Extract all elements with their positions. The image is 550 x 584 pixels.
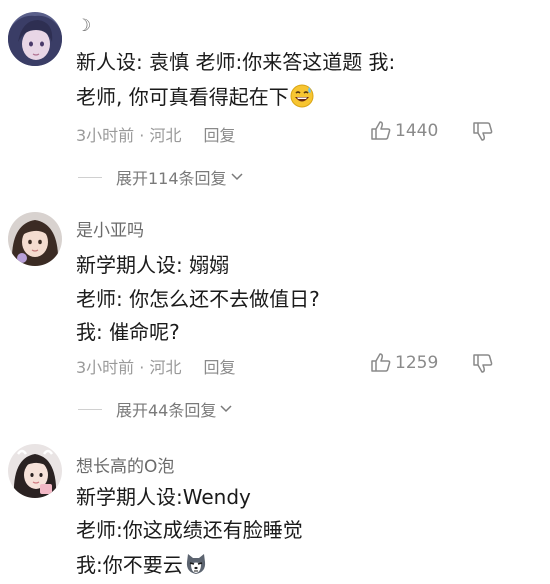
expand-replies-button[interactable]: 展开114条回复 xyxy=(116,165,227,189)
thumbs-down-icon xyxy=(473,122,493,141)
husky-emoji-icon xyxy=(184,552,208,576)
avatar[interactable] xyxy=(8,444,62,498)
expand-replies: 展开114条回复 xyxy=(78,165,244,189)
timestamp-location: 3小时前 · 河北 xyxy=(76,126,182,145)
chevron-down-icon[interactable] xyxy=(219,404,233,414)
grinning-sweat-emoji-icon xyxy=(290,84,314,108)
expand-replies-button[interactable]: 展开44条回复 xyxy=(116,397,216,421)
username[interactable]: 想长高的O泡 xyxy=(76,452,174,477)
avatar[interactable] xyxy=(8,12,62,66)
comment-text-line: 新学期人设:Wendy xyxy=(76,485,251,509)
reply-button[interactable]: 回复 xyxy=(203,358,235,377)
thumbs-up-icon xyxy=(371,353,391,372)
comment-text-line: 我: 催命呢? xyxy=(76,320,180,344)
like-button[interactable]: 1259 xyxy=(370,352,438,374)
comment-text-line: 新学期人设: 嫋嫋 xyxy=(76,253,230,277)
avatar[interactable] xyxy=(8,212,62,266)
chevron-down-icon[interactable] xyxy=(230,172,244,182)
like-count: 1440 xyxy=(395,121,439,141)
comment-text-line: 老师:你这成绩还有脸睡觉 xyxy=(76,518,303,542)
divider xyxy=(78,408,102,410)
dislike-button[interactable] xyxy=(472,120,494,146)
comment-text: 老师, 你可真看得起在下 xyxy=(76,85,289,109)
divider xyxy=(78,176,102,178)
timestamp-location: 3小时前 · 河北 xyxy=(76,358,182,377)
thumbs-down-icon xyxy=(473,354,493,373)
comment-text-line: 新人设: 袁慎 老师:你来答这道题 我: xyxy=(76,50,396,74)
username[interactable]: ☽ xyxy=(76,16,91,36)
comment-text-line: 老师: 你怎么还不去做值日? xyxy=(76,287,320,311)
comment-text-line: 老师, 你可真看得起在下 xyxy=(76,84,314,109)
like-button[interactable]: 1440 xyxy=(370,120,438,142)
username[interactable]: 是小亚吗 xyxy=(76,216,144,241)
comment-text-line: 我:你不要云 xyxy=(76,552,208,577)
comment-meta: 3小时前 · 河北 回复 xyxy=(76,122,235,146)
reply-button[interactable]: 回复 xyxy=(203,126,235,145)
thumbs-up-icon xyxy=(371,121,391,140)
dislike-button[interactable] xyxy=(472,352,494,378)
expand-replies: 展开44条回复 xyxy=(78,397,233,421)
comment-meta: 3小时前 · 河北 回复 xyxy=(76,354,235,378)
like-count: 1259 xyxy=(395,353,439,373)
comment-text: 我:你不要云 xyxy=(76,553,183,577)
